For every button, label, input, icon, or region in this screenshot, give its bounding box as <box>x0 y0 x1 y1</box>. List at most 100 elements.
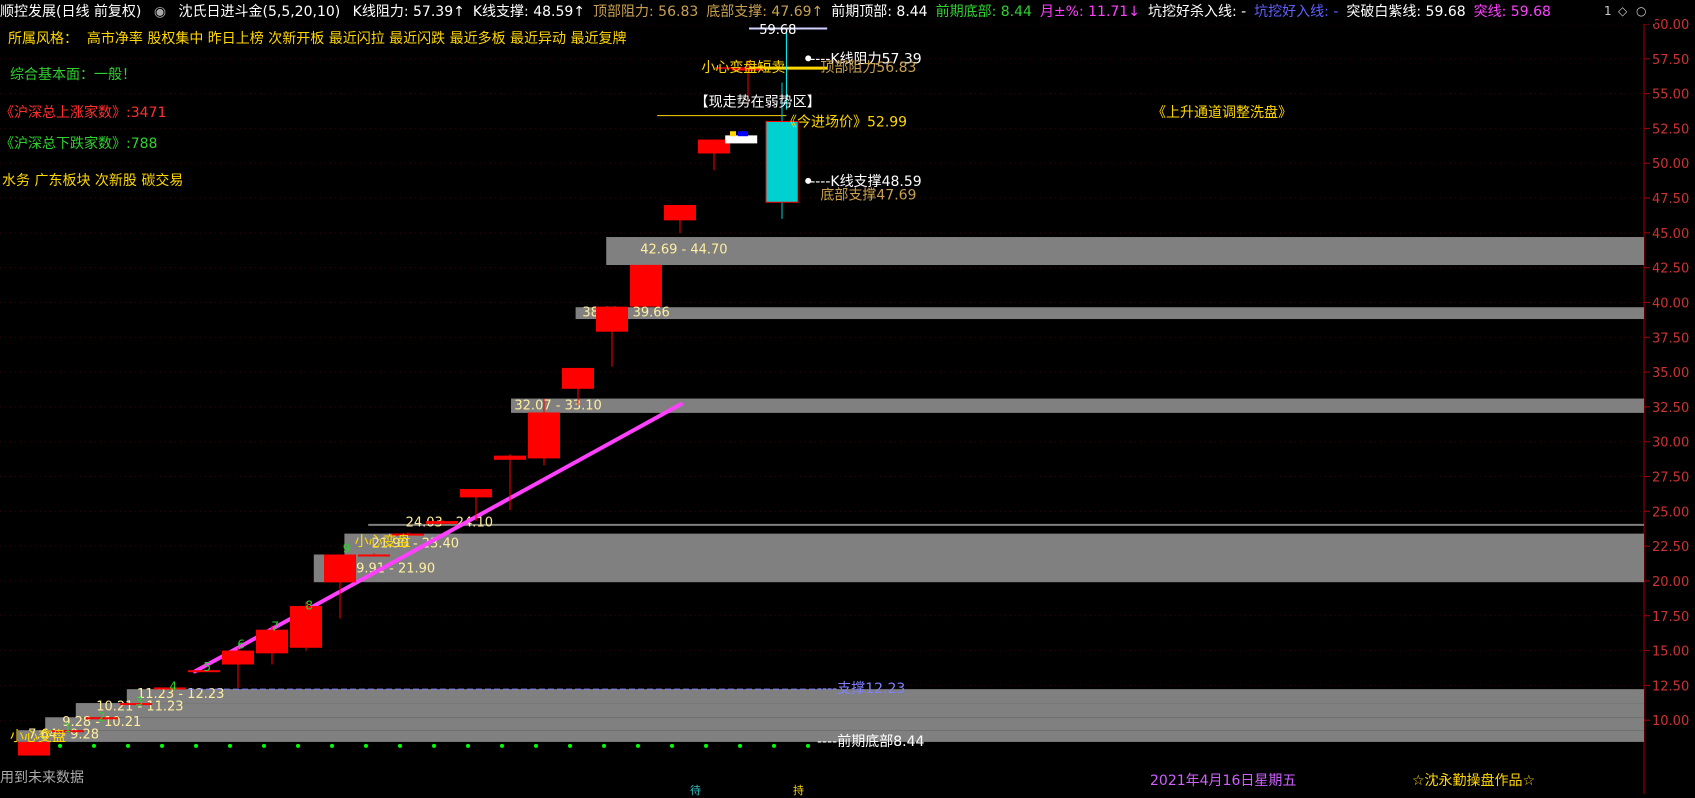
date-label: 2021年4月16日星期五 <box>1150 773 1297 789</box>
circle-icon[interactable]: ○ <box>1636 4 1646 18</box>
weak-zone-label: 【现走势在弱势区】 <box>695 95 821 111</box>
bottom-dot-22 <box>772 743 776 748</box>
indicator-value-0: K线阻力: 57.39↑ <box>352 4 465 20</box>
indicator-values: K线阻力: 57.39↑ K线支撑: 48.59↑ 顶部阻力: 56.83 底部支撑:… <box>353 4 1559 20</box>
price-tick-label-5: 47.50 <box>1652 192 1689 207</box>
indicator-value-5: 前期底部: 8.44 <box>935 4 1032 20</box>
sector-list: 水务 广东板块 次新股 碳交易 <box>2 173 184 189</box>
bottom-dot-10 <box>364 743 368 748</box>
bottom-dot-18 <box>636 743 640 748</box>
indicator-value-7: 坑挖好杀入线: - <box>1147 4 1247 20</box>
bottom-dot-9 <box>330 743 334 748</box>
price-tick-label-19: 12.50 <box>1652 679 1689 694</box>
bottom-dot-12 <box>432 743 436 748</box>
credit-label: ☆沈永勤操盘作品☆ <box>1412 773 1536 789</box>
bottom-dot-23 <box>806 743 810 748</box>
indicator-value-3: 底部支撑: 47.69↑ <box>706 4 824 20</box>
price-band-0 <box>606 237 1645 266</box>
price-band-5 <box>313 554 1644 583</box>
bottom-dot-7 <box>262 743 266 748</box>
indicator-value-1: K线支撑: 48.59↑ <box>472 4 586 20</box>
candle-body-9 <box>324 554 356 583</box>
signal-box-yellow <box>730 131 736 137</box>
prev-bottom-label: ----前期底部8.44 <box>817 733 924 750</box>
price-range-label-2: 32.07 - 33.10 <box>514 399 601 414</box>
top-resistance-label: 顶部阻力56.83 <box>820 60 916 76</box>
candle-body-16 <box>562 367 594 389</box>
price-band-1 <box>575 307 1644 320</box>
candle-body-15 <box>528 412 560 459</box>
price-tick-label-11: 32.50 <box>1652 401 1689 416</box>
candle-body-12 <box>426 521 458 524</box>
careful-label-2: 小心变盘 <box>10 728 66 745</box>
panel-number-button[interactable]: 1 <box>1604 4 1612 18</box>
bottom-dot-11 <box>398 743 402 748</box>
bottom-dot-2 <box>92 743 96 748</box>
down-count: 《沪深总下跌家数》:788 <box>0 136 158 152</box>
bottom-dot-8 <box>296 743 300 748</box>
bottom-dot-19 <box>670 743 674 748</box>
step-number-8: 8 <box>305 599 313 613</box>
future-data-note: 用到未来数据 <box>0 770 84 786</box>
stock-title[interactable]: 顺控发展(日线 前复权) <box>0 4 141 20</box>
step-number-4: 4 <box>169 679 177 693</box>
bottom-dot-5 <box>194 743 198 748</box>
price-tick-label-15: 22.50 <box>1652 540 1689 555</box>
support-label: ----支撑12.23 <box>817 681 905 697</box>
bottom-dot-20 <box>704 743 708 748</box>
price-tick-label-14: 25.00 <box>1652 505 1689 520</box>
price-tick-label-17: 17.50 <box>1652 610 1689 625</box>
price-band-7 <box>75 703 1644 718</box>
up-count: 《沪深总上涨家数》:3471 <box>0 105 167 121</box>
indicator-name[interactable]: 沈氏日进斗金(5,5,20,10) <box>179 4 341 20</box>
price-tick-label-20: 10.00 <box>1652 714 1689 729</box>
top-price-label: 59.68 <box>759 23 796 38</box>
bottom-dot-21 <box>738 743 742 748</box>
candle-body-18 <box>630 264 662 307</box>
price-tick-label-12: 30.00 <box>1652 436 1689 451</box>
candle-body-6 <box>222 650 254 665</box>
indicator-value-6: 月±%: 11.71↓ <box>1039 4 1140 20</box>
careful-short-label: 小心变盘短卖 <box>701 59 785 76</box>
indicator-value-4: 前期顶部: 8.44 <box>831 4 928 20</box>
diamond-icon[interactable]: ◇ <box>1618 4 1627 18</box>
bottom-dot-15 <box>534 743 538 748</box>
price-tick-label-1: 57.50 <box>1652 53 1689 68</box>
price-tick-label-7: 42.50 <box>1652 262 1689 277</box>
bottom-dot-13 <box>466 743 470 748</box>
price-tick-label-3: 52.50 <box>1652 122 1689 137</box>
settings-icon[interactable]: ◉ <box>154 4 166 20</box>
signal-box-blue <box>738 131 748 137</box>
bottom-dot-17 <box>602 743 606 748</box>
step-number-9: 9 <box>343 541 351 555</box>
candle-body-22 <box>765 120 799 203</box>
price-tick-label-16: 20.00 <box>1652 575 1689 590</box>
price-tick-label-10: 35.00 <box>1652 366 1689 381</box>
indicator-value-2: 顶部阻力: 56.83 <box>593 4 699 20</box>
price-band-3 <box>368 523 1645 526</box>
bottom-dot-14 <box>500 743 504 748</box>
bottom-dot-4 <box>160 743 164 748</box>
bottom-mark-wait: 待 <box>690 784 701 797</box>
careful-label-1: 小心变盘 <box>355 533 411 550</box>
candle-body-19 <box>664 205 696 221</box>
fundamental-rating: 综合基本面：一般！ <box>10 67 136 83</box>
bottom-dot-3 <box>126 743 130 748</box>
price-tick-label-2: 55.00 <box>1652 88 1689 103</box>
price-tick-label-0: 60.00 <box>1652 18 1689 33</box>
price-tick-label-4: 50.00 <box>1652 157 1689 172</box>
style-tags: 高市净率 股权集中 昨日上榜 次新开板 最近闪拉 最近闪跌 最近多板 最近异动 … <box>86 31 627 47</box>
stock-chart[interactable]: 60.00 57.50 55.00 52.50 50.00 47.50 45.00 42.50… <box>0 0 1695 794</box>
step-number-7: 7 <box>271 619 279 633</box>
candle-body-17 <box>596 306 628 332</box>
style-label: 所属风格： 高市净率 股权集中 昨日上榜 次新开板 最近闪拉 最近闪跌 最近多板… <box>8 31 627 47</box>
entry-price-label: 《今进场价》52.99 <box>783 115 907 131</box>
price-tick-label-6: 45.00 <box>1652 227 1689 242</box>
candle-body-13 <box>460 489 492 498</box>
candle-body-14 <box>494 455 526 460</box>
price-band-4 <box>344 533 1644 555</box>
step-number-3: 3 <box>135 695 143 709</box>
price-tick-label-9: 37.50 <box>1652 331 1689 346</box>
price-tick-label-18: 15.00 <box>1652 645 1689 660</box>
indicator-value-9: 突破白紫线: 59.68 <box>1346 4 1466 20</box>
